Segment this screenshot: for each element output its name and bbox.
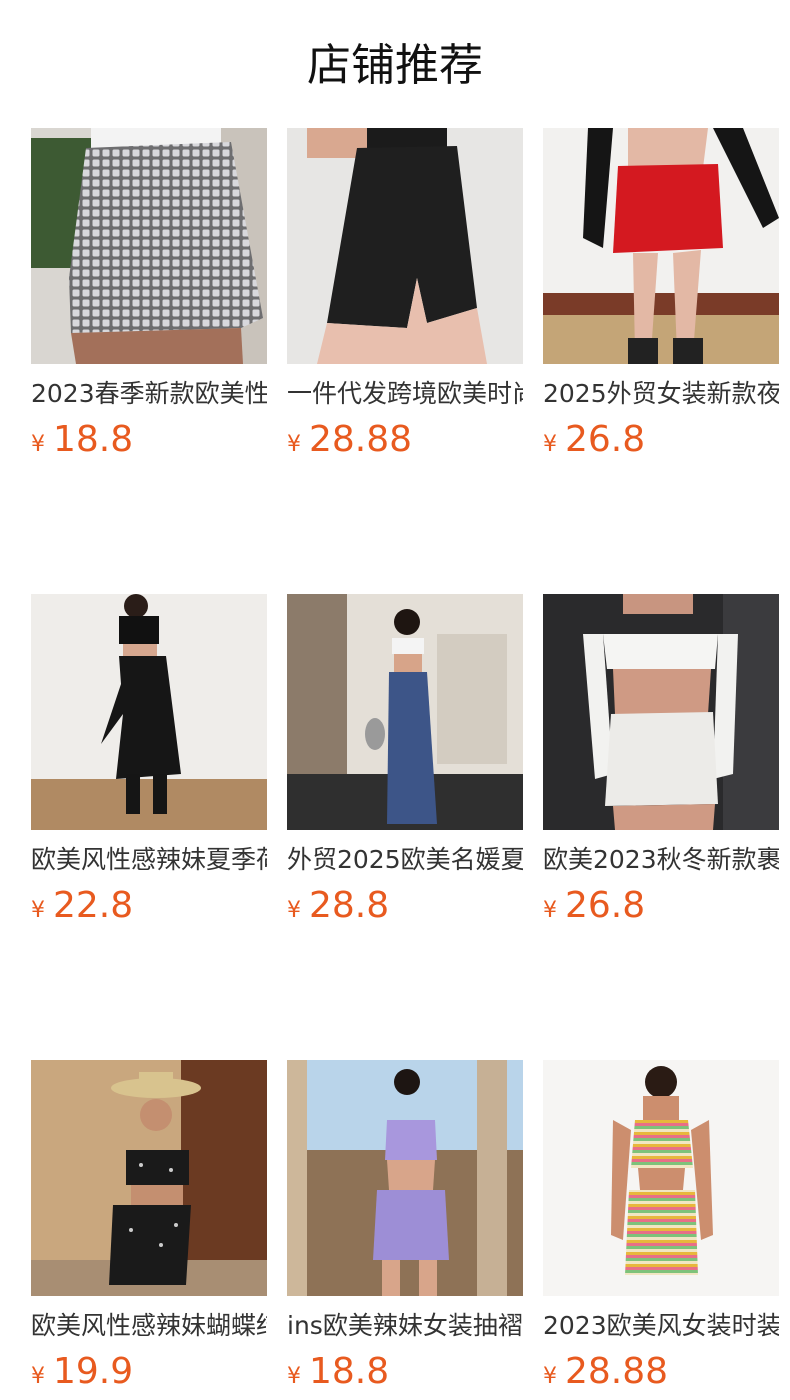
product-image[interactable] (31, 1060, 267, 1296)
leather-slit-skirt-photo (287, 128, 523, 364)
price-value: 18.8 (53, 419, 134, 460)
red-ruffle-skirt-photo (543, 128, 779, 364)
price-value: 28.88 (309, 419, 413, 460)
price-value: 26.8 (565, 885, 646, 926)
currency-symbol: ¥ (287, 1364, 301, 1389)
product-name[interactable]: 2023春季新款欧美性感亮片半身裙 (31, 378, 267, 410)
product-price: ¥26.8 (543, 418, 779, 462)
product-card[interactable]: 外贸2025欧美名媛夏季开叉长裙 ¥28.8 (287, 594, 523, 928)
product-name[interactable]: 欧美风性感辣妹夏季荷叶边长裙 (31, 844, 267, 876)
product-card[interactable]: 欧美风性感辣妹夏季荷叶边长裙 ¥22.8 (31, 594, 267, 928)
price-value: 26.8 (565, 419, 646, 460)
product-name[interactable]: 欧美风性感辣妹蝴蝶结套装 (31, 1310, 267, 1342)
product-image[interactable] (31, 594, 267, 830)
product-price: ¥22.8 (31, 884, 267, 928)
bow-print-two-piece-photo (31, 1060, 267, 1296)
price-value: 22.8 (53, 885, 134, 926)
product-card[interactable]: ins欧美辣妹女装抽褶套装 ¥18.8 (287, 1060, 523, 1394)
product-image[interactable] (543, 128, 779, 364)
product-name[interactable]: 2023欧美风女装时装针织套装 (543, 1310, 779, 1342)
currency-symbol: ¥ (31, 898, 45, 923)
black-ruffle-maxi-skirt-photo (31, 594, 267, 830)
sequin-mini-skirt-photo (31, 128, 267, 364)
currency-symbol: ¥ (287, 898, 301, 923)
price-value: 18.8 (309, 1351, 390, 1392)
price-value: 28.8 (309, 885, 390, 926)
product-card[interactable]: 2023欧美风女装时装针织套装 ¥28.88 (543, 1060, 779, 1394)
product-name[interactable]: 一件代发跨境欧美时尚皮裙 (287, 378, 523, 410)
product-price: ¥28.88 (287, 418, 523, 462)
product-image[interactable] (287, 594, 523, 830)
product-image[interactable] (543, 594, 779, 830)
section-title: 店铺推荐 (307, 40, 483, 91)
white-two-piece-set-photo (543, 594, 779, 830)
currency-symbol: ¥ (543, 432, 557, 457)
lilac-ruched-set-photo (287, 1060, 523, 1296)
product-image[interactable] (287, 128, 523, 364)
product-image[interactable] (543, 1060, 779, 1296)
currency-symbol: ¥ (31, 1364, 45, 1389)
product-image[interactable] (31, 128, 267, 364)
striped-knit-set-photo (543, 1060, 779, 1296)
product-card[interactable]: 2025外贸女装新款夜店红色短裙 ¥26.8 (543, 128, 779, 462)
product-card[interactable]: 一件代发跨境欧美时尚皮裙 ¥28.88 (287, 128, 523, 462)
currency-symbol: ¥ (543, 1364, 557, 1389)
product-price: ¥28.8 (287, 884, 523, 928)
product-name[interactable]: 外贸2025欧美名媛夏季开叉长裙 (287, 844, 523, 876)
currency-symbol: ¥ (287, 432, 301, 457)
product-grid: 2023春季新款欧美性感亮片半身裙 ¥18.8 一件代发跨境欧美时尚皮裙 ¥28… (31, 128, 780, 1394)
product-card[interactable]: 欧美风性感辣妹蝴蝶结套装 ¥19.9 (31, 1060, 267, 1394)
product-price: ¥19.9 (31, 1350, 267, 1394)
currency-symbol: ¥ (543, 898, 557, 923)
price-value: 28.88 (565, 1351, 669, 1392)
product-price: ¥26.8 (543, 884, 779, 928)
product-price: ¥18.8 (31, 418, 267, 462)
blue-slit-maxi-skirt-photo (287, 594, 523, 830)
price-value: 19.9 (53, 1351, 134, 1392)
product-image[interactable] (287, 1060, 523, 1296)
product-card[interactable]: 2023春季新款欧美性感亮片半身裙 ¥18.8 (31, 128, 267, 462)
currency-symbol: ¥ (31, 432, 45, 457)
product-name[interactable]: 2025外贸女装新款夜店红色短裙 (543, 378, 779, 410)
product-card[interactable]: 欧美2023秋冬新款裹胸套装 ¥26.8 (543, 594, 779, 928)
product-name[interactable]: 欧美2023秋冬新款裹胸套装 (543, 844, 779, 876)
product-price: ¥18.8 (287, 1350, 523, 1394)
product-name[interactable]: ins欧美辣妹女装抽褶套装 (287, 1310, 523, 1342)
product-price: ¥28.88 (543, 1350, 779, 1394)
